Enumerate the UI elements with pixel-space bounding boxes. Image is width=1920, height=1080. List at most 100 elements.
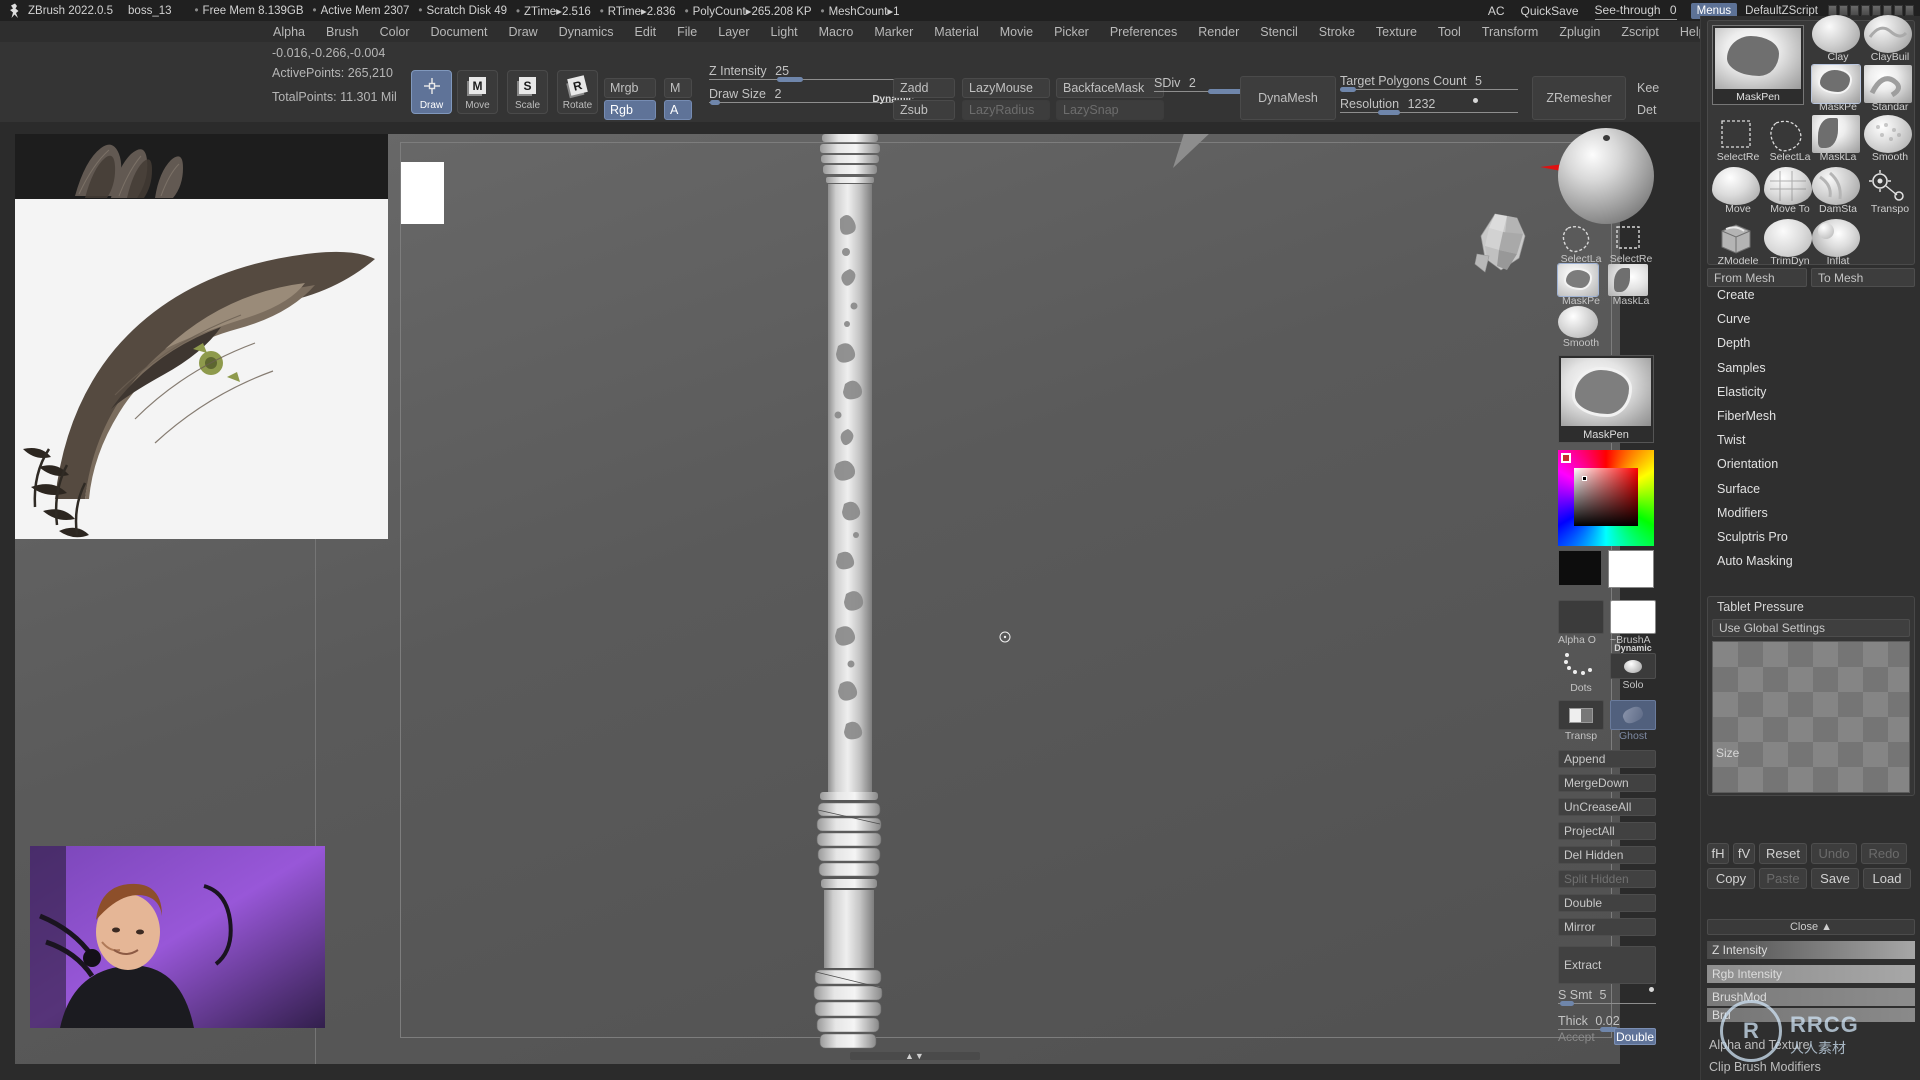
webcam-overlay[interactable] [30,846,325,1028]
brush-cell-selectla[interactable]: SelectLa [1764,115,1816,167]
subtool-extract-button[interactable]: Extract [1558,946,1656,984]
copy-button[interactable]: Copy [1707,868,1755,889]
menu-item-picker[interactable]: Picker [1044,22,1099,42]
masklasso-quick-button[interactable]: MaskLa [1608,264,1654,307]
menu-item-texture[interactable]: Texture [1366,22,1427,42]
zremesher-button[interactable]: ZRemesher [1532,76,1626,120]
nav-head-preview[interactable] [1467,210,1542,285]
menu-item-tool[interactable]: Tool [1428,22,1471,42]
scale-mode-button[interactable]: S Scale [507,70,548,114]
use-global-settings-button[interactable]: Use Global Settings [1712,619,1910,637]
reference-thumbnail-main[interactable] [15,199,388,539]
sculpted-staff-model[interactable] [788,134,908,1064]
s-smt-dot[interactable] [1649,987,1654,992]
reference-thumbnail-top[interactable] [15,134,388,199]
panel-section-sculptris-pro[interactable]: Sculptris Pro [1717,530,1788,544]
panel-section-orientation[interactable]: Orientation [1717,457,1778,471]
panel-section-curve[interactable]: Curve [1717,312,1750,326]
paste-button[interactable]: Paste [1759,868,1807,889]
menu-item-light[interactable]: Light [761,22,808,42]
menu-item-edit[interactable]: Edit [625,22,667,42]
draw-size-knob[interactable] [710,100,720,105]
menu-item-color[interactable]: Color [370,22,420,42]
panel-section-surface[interactable]: Surface [1717,482,1760,496]
secondary-color-swatch[interactable] [1558,550,1602,586]
brush-cell-maskpe[interactable]: MaskPe [1811,64,1864,117]
reference-thumbnail-small[interactable] [401,162,444,224]
subtool-uncreaseall-button[interactable]: UnCreaseAll [1558,798,1656,816]
save-button[interactable]: Save [1811,868,1859,889]
brush-cell-damsta[interactable]: DamSta [1812,167,1864,219]
menu-item-marker[interactable]: Marker [864,22,923,42]
menu-item-stencil[interactable]: Stencil [1250,22,1308,42]
subtool-mergedown-button[interactable]: MergeDown [1558,774,1656,792]
primary-color-swatch[interactable] [1608,550,1654,588]
panel-section-twist[interactable]: Twist [1717,433,1745,447]
m-button[interactable]: M [664,78,692,98]
kee-button[interactable]: Kee [1636,78,1670,98]
panel-section-auto-masking[interactable]: Auto Masking [1717,554,1793,568]
selectrect-quick-button[interactable]: SelectRe [1608,222,1654,265]
resolution-reset-dot[interactable] [1473,98,1478,103]
brush-cell-inflat[interactable]: Inflat [1812,219,1864,271]
panel-section-samples[interactable]: Samples [1717,361,1766,375]
gradient-row-rgb-intensity[interactable]: Rgb Intensity [1707,965,1915,983]
smooth-quick-button[interactable]: Smooth [1558,306,1604,349]
flip-v-button[interactable]: fV [1733,843,1755,864]
material-sphere-preview[interactable] [1558,128,1654,224]
accept-double-button[interactable]: Double [1614,1028,1656,1045]
menu-item-dynamics[interactable]: Dynamics [549,22,624,42]
menu-item-layer[interactable]: Layer [708,22,759,42]
gradient-row-z-intensity[interactable]: Z Intensity [1707,941,1915,959]
redo-button[interactable]: Redo [1861,843,1907,864]
menu-item-preferences[interactable]: Preferences [1100,22,1187,42]
brush-cell-zmodele[interactable]: ZModele [1712,219,1764,271]
zsub-button[interactable]: Zsub [893,100,955,120]
menu-item-material[interactable]: Material [924,22,988,42]
lazyradius-slider[interactable]: LazyRadius [962,100,1050,120]
brush-cell-maskla[interactable]: MaskLa [1812,115,1864,167]
menu-item-document[interactable]: Document [421,22,498,42]
target-polygons-knob[interactable] [1340,87,1356,92]
ghost-toggle[interactable]: Ghost [1610,700,1656,742]
lazysnap-button[interactable]: LazySnap [1056,100,1164,120]
viewport-canvas[interactable]: ▲▼ [15,134,1620,1064]
from-mesh-button[interactable]: From Mesh [1707,268,1807,287]
alpha-selector[interactable]: Alpha O [1558,600,1604,646]
sdiv-slider[interactable]: SDiv 2 [1154,74,1254,94]
subtool-append-button[interactable]: Append [1558,750,1656,768]
default-zscript-label[interactable]: DefaultZScript [1745,5,1818,17]
z-intensity-slider[interactable]: Z Intensity 25 [709,62,916,82]
a-button[interactable]: A [664,100,692,120]
rotate-mode-button[interactable]: R Rotate [557,70,598,114]
panel-section-fibermesh[interactable]: FiberMesh [1717,409,1776,423]
brush-cell-trimdyn[interactable]: TrimDyn [1764,219,1816,271]
alpha-preview-pad[interactable]: Size [1712,641,1910,793]
brush-cell-transpo[interactable]: Transpo [1864,167,1916,219]
menu-item-draw[interactable]: Draw [499,22,548,42]
selected-brush-large-preview[interactable]: MaskPen [1712,25,1804,105]
menu-item-render[interactable]: Render [1188,22,1249,42]
menu-item-macro[interactable]: Macro [809,22,864,42]
stroke-selector[interactable]: Dots [1558,648,1604,694]
brush-alpha-selector[interactable]: ~BrushA [1610,600,1656,646]
menu-item-file[interactable]: File [667,22,707,42]
see-through-slider[interactable]: See-through 0 [1594,3,1677,20]
brush-cell-clay[interactable]: Clay [1812,15,1864,67]
menu-item-zscript[interactable]: Zscript [1611,22,1669,42]
det-button[interactable]: Det [1636,100,1670,120]
subtool-mirror-button[interactable]: Mirror [1558,918,1656,936]
undo-button[interactable]: Undo [1811,843,1857,864]
mrgb-button[interactable]: Mrgb [604,78,656,98]
subtool-double-button[interactable]: Double [1558,894,1656,912]
lazymouse-button[interactable]: LazyMouse [962,78,1050,98]
menu-item-transform[interactable]: Transform [1472,22,1549,42]
move-mode-button[interactable]: M Move [457,70,498,114]
zadd-button[interactable]: Zadd [893,78,955,98]
backfacemask-button[interactable]: BackfaceMask [1056,78,1164,98]
transp-toggle[interactable]: Transp [1558,700,1604,742]
panel-section-depth[interactable]: Depth [1717,336,1750,350]
resolution-knob[interactable] [1378,110,1400,115]
brush-cell-selectre[interactable]: SelectRe [1712,115,1764,167]
dynamesh-button[interactable]: DynaMesh [1240,76,1336,120]
